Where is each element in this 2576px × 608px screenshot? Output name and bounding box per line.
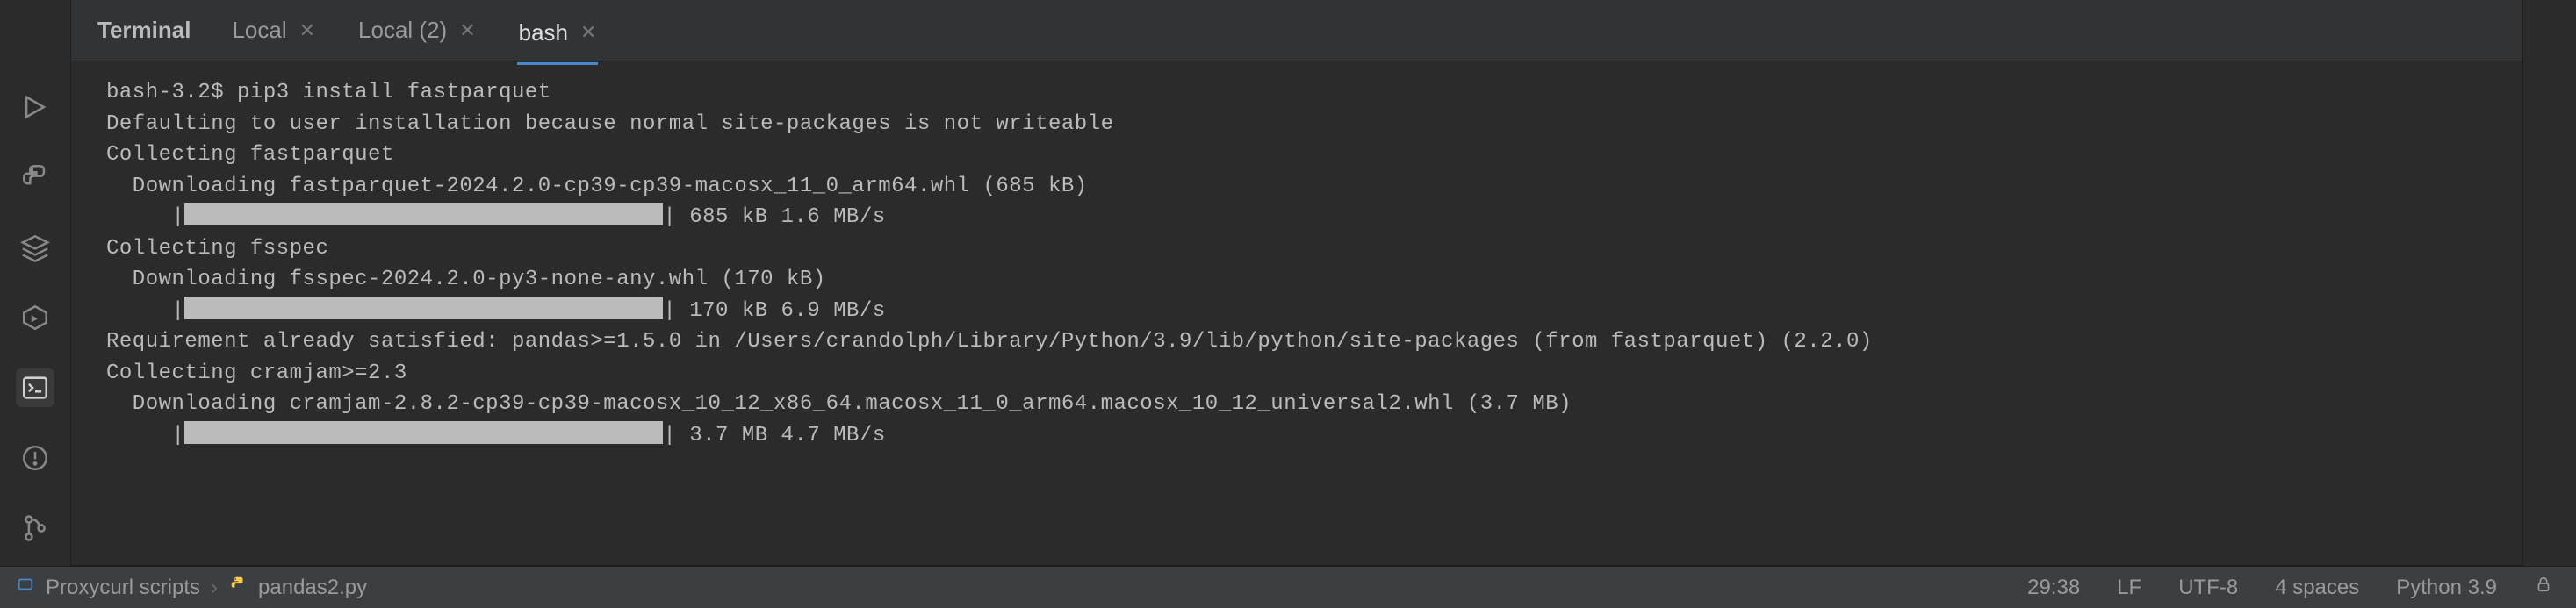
tab-label: Local	[232, 17, 286, 44]
close-icon[interactable]: ✕	[299, 19, 315, 42]
tab-bash[interactable]: bash ✕	[517, 16, 599, 65]
output-line: Collecting cramjam>=2.3	[106, 361, 407, 385]
progress-close: |	[663, 205, 676, 229]
progress-bar	[184, 421, 663, 444]
problems-icon[interactable]	[16, 439, 54, 477]
chevron-right-icon: ›	[211, 576, 218, 600]
status-bar: Proxycurl scripts › pandas2.py 29:38 LF …	[0, 566, 2576, 608]
breadcrumb-file: pandas2.py	[258, 576, 367, 600]
progress-indent: |	[106, 205, 184, 229]
close-icon[interactable]: ✕	[459, 19, 475, 42]
output-line: Collecting fsspec	[106, 237, 328, 261]
status-indent[interactable]: 4 spaces	[2275, 576, 2359, 600]
progress-indent: |	[106, 299, 184, 323]
terminal-panel: Terminal Local ✕ Local (2) ✕ bash ✕ bash…	[70, 0, 2523, 566]
progress-indent: |	[106, 424, 184, 447]
progress-stats: 170 kB 6.9 MB/s	[676, 299, 885, 323]
output-line: Downloading fsspec-2024.2.0-py3-none-any…	[106, 268, 826, 291]
close-icon[interactable]: ✕	[580, 21, 596, 44]
activity-bar	[0, 0, 70, 566]
output-line: Downloading fastparquet-2024.2.0-cp39-cp…	[106, 175, 1088, 198]
lock-icon[interactable]	[2534, 575, 2553, 600]
status-interpreter[interactable]: Python 3.9	[2396, 576, 2497, 600]
terminal-tabs: Terminal Local ✕ Local (2) ✕ bash ✕	[71, 0, 2522, 61]
progress-close: |	[663, 424, 676, 447]
breadcrumb-project: Proxycurl scripts	[46, 576, 200, 600]
status-caret[interactable]: 29:38	[2027, 576, 2080, 600]
tab-label: bash	[519, 19, 568, 46]
progress-bar	[184, 297, 663, 319]
python-console-icon[interactable]	[16, 158, 54, 197]
output-line: Requirement already satisfied: pandas>=1…	[106, 330, 1873, 354]
output-line: Collecting fastparquet	[106, 143, 394, 167]
progress-close: |	[663, 299, 676, 323]
run-icon[interactable]	[16, 88, 54, 126]
services-icon[interactable]	[16, 298, 54, 337]
command: pip3 install fastparquet	[237, 81, 551, 104]
prompt: bash-3.2$	[106, 81, 224, 104]
output-line: Defaulting to user installation because …	[106, 112, 1113, 136]
tab-local[interactable]: Local ✕	[230, 13, 317, 47]
breadcrumb[interactable]: Proxycurl scripts › pandas2.py	[16, 575, 367, 600]
vcs-icon[interactable]	[16, 509, 54, 547]
folder-icon	[16, 575, 35, 600]
terminal-icon[interactable]	[16, 368, 54, 407]
python-file-icon	[228, 575, 248, 600]
status-encoding[interactable]: UTF-8	[2178, 576, 2238, 600]
progress-bar	[184, 203, 663, 225]
status-line-separator[interactable]: LF	[2117, 576, 2141, 600]
tab-local-2[interactable]: Local (2) ✕	[356, 13, 478, 47]
packages-icon[interactable]	[16, 228, 54, 267]
progress-stats: 3.7 MB 4.7 MB/s	[676, 424, 885, 447]
progress-stats: 685 kB 1.6 MB/s	[676, 205, 885, 229]
terminal-output[interactable]: bash-3.2$ pip3 install fastparquet Defau…	[71, 61, 2522, 565]
panel-title: Terminal	[97, 17, 191, 44]
output-line: Downloading cramjam-2.8.2-cp39-cp39-maco…	[106, 392, 1572, 416]
tab-label: Local (2)	[358, 17, 447, 44]
